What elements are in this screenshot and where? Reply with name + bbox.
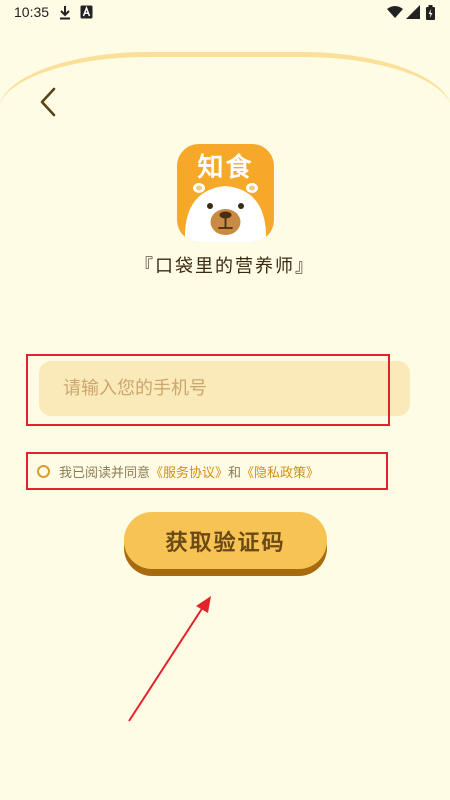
annotation-arrow-icon	[128, 596, 211, 722]
login-screen: 10:35 知食 『口袋里的营养师』 请输入您的手机号 我已阅读并同意 《服务协…	[0, 0, 450, 800]
